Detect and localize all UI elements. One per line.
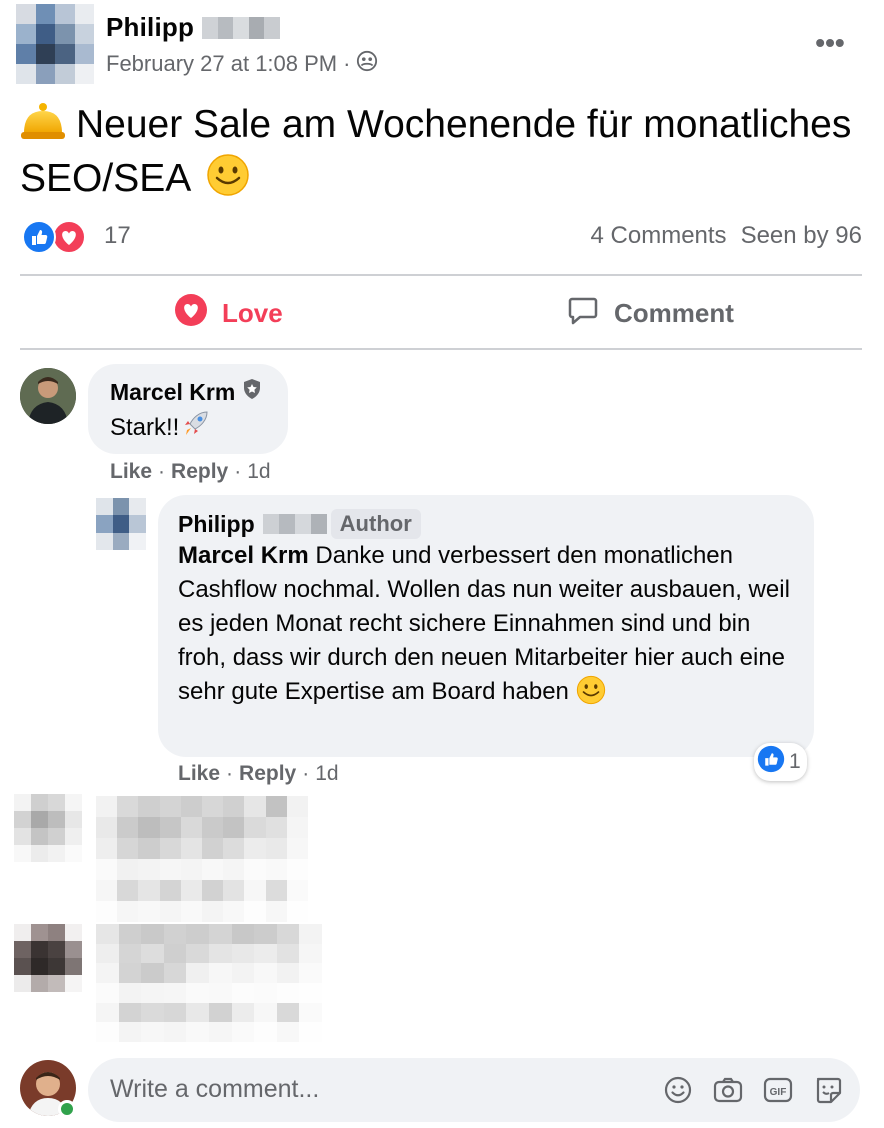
comment-like-link[interactable]: Like bbox=[110, 460, 152, 484]
seen-by-count[interactable]: Seen by 96 bbox=[741, 222, 862, 250]
love-icon bbox=[174, 293, 208, 334]
comment-actions: Like · Reply · 1d bbox=[110, 460, 271, 484]
comment-author-name[interactable]: Marcel Krm bbox=[110, 378, 263, 406]
more-options-icon: ••• bbox=[815, 27, 845, 58]
comment-author-name-text: Marcel Krm bbox=[110, 378, 236, 405]
love-button[interactable]: Love bbox=[174, 290, 283, 336]
reply-reaction-count: 1 bbox=[789, 750, 801, 773]
reply-author-avatar[interactable] bbox=[96, 498, 146, 550]
composer-tools: GIF bbox=[662, 1074, 844, 1106]
author-avatar[interactable] bbox=[16, 4, 94, 84]
author-badge: Author bbox=[330, 509, 421, 539]
comment-label: Comment bbox=[614, 297, 734, 328]
reply-author-name-text: Philipp bbox=[178, 510, 255, 537]
more-options-button[interactable]: ••• bbox=[810, 27, 850, 58]
group-members-icon bbox=[356, 50, 378, 78]
author-last-name-blurred bbox=[202, 17, 280, 39]
reply-mention[interactable]: Marcel Krm bbox=[178, 542, 309, 569]
comment-text: Stark!! bbox=[110, 408, 211, 448]
bell-emoji-icon bbox=[20, 101, 66, 141]
post-meta: February 27 at 1:08 PM · bbox=[106, 50, 378, 78]
comment-input[interactable] bbox=[110, 1075, 630, 1104]
reply-author-name[interactable]: Philipp Author bbox=[178, 509, 421, 539]
reply-last-name-blurred bbox=[262, 514, 327, 534]
divider-top bbox=[20, 274, 862, 276]
like-reaction-icon bbox=[22, 220, 56, 259]
comment-button[interactable]: Comment bbox=[566, 290, 734, 336]
reply-actions: Like · Reply · 1d bbox=[178, 762, 339, 786]
reaction-icons[interactable] bbox=[22, 220, 86, 259]
comment-bubble-icon bbox=[566, 293, 600, 334]
reply-reaction-pill[interactable]: 1 bbox=[754, 743, 807, 781]
reply-reply-link[interactable]: Reply bbox=[239, 762, 296, 786]
comments-count[interactable]: 4 Comments bbox=[591, 222, 727, 250]
blurred-comment-avatar bbox=[14, 794, 82, 862]
reply-text: Marcel Krm Danke und verbessert den mona… bbox=[178, 539, 798, 715]
moderator-shield-icon bbox=[241, 378, 263, 406]
smiley-emoji-icon bbox=[206, 153, 250, 212]
post-timestamp[interactable]: February 27 at 1:08 PM bbox=[106, 51, 337, 77]
meta-separator: · bbox=[343, 51, 351, 76]
comment-text-value: Stark!! bbox=[110, 414, 180, 441]
blurred-comment-content bbox=[96, 796, 308, 922]
smiley-emoji-icon bbox=[576, 675, 606, 715]
svg-text:GIF: GIF bbox=[770, 1087, 787, 1098]
camera-icon[interactable] bbox=[712, 1074, 744, 1106]
online-status-dot bbox=[58, 1100, 76, 1118]
comment-reply-link[interactable]: Reply bbox=[171, 460, 228, 484]
love-reaction-icon bbox=[52, 220, 86, 259]
reply-like-link[interactable]: Like bbox=[178, 762, 220, 786]
post-stats: 4 Comments Seen by 96 bbox=[591, 222, 862, 250]
divider-bottom bbox=[20, 348, 862, 350]
reply-age[interactable]: 1d bbox=[315, 762, 338, 786]
post-text: Neuer Sale am Wochenende für monatliches… bbox=[20, 98, 870, 212]
rocket-emoji-icon bbox=[181, 408, 211, 448]
emoji-icon[interactable] bbox=[662, 1074, 694, 1106]
post-author-name[interactable]: Philipp bbox=[106, 12, 194, 43]
reaction-count[interactable]: 17 bbox=[104, 222, 131, 250]
blurred-comment-avatar-2 bbox=[14, 924, 82, 992]
post-body-text: Neuer Sale am Wochenende für monatliches… bbox=[20, 103, 852, 200]
current-user-avatar[interactable] bbox=[20, 1060, 76, 1118]
love-label: Love bbox=[222, 297, 283, 328]
gif-icon[interactable]: GIF bbox=[762, 1074, 794, 1106]
blurred-comment-content-2 bbox=[96, 924, 322, 1042]
sticker-icon[interactable] bbox=[812, 1074, 844, 1106]
comment-age[interactable]: 1d bbox=[247, 460, 270, 484]
commenter-avatar[interactable] bbox=[20, 368, 76, 424]
like-reaction-icon bbox=[757, 745, 785, 779]
